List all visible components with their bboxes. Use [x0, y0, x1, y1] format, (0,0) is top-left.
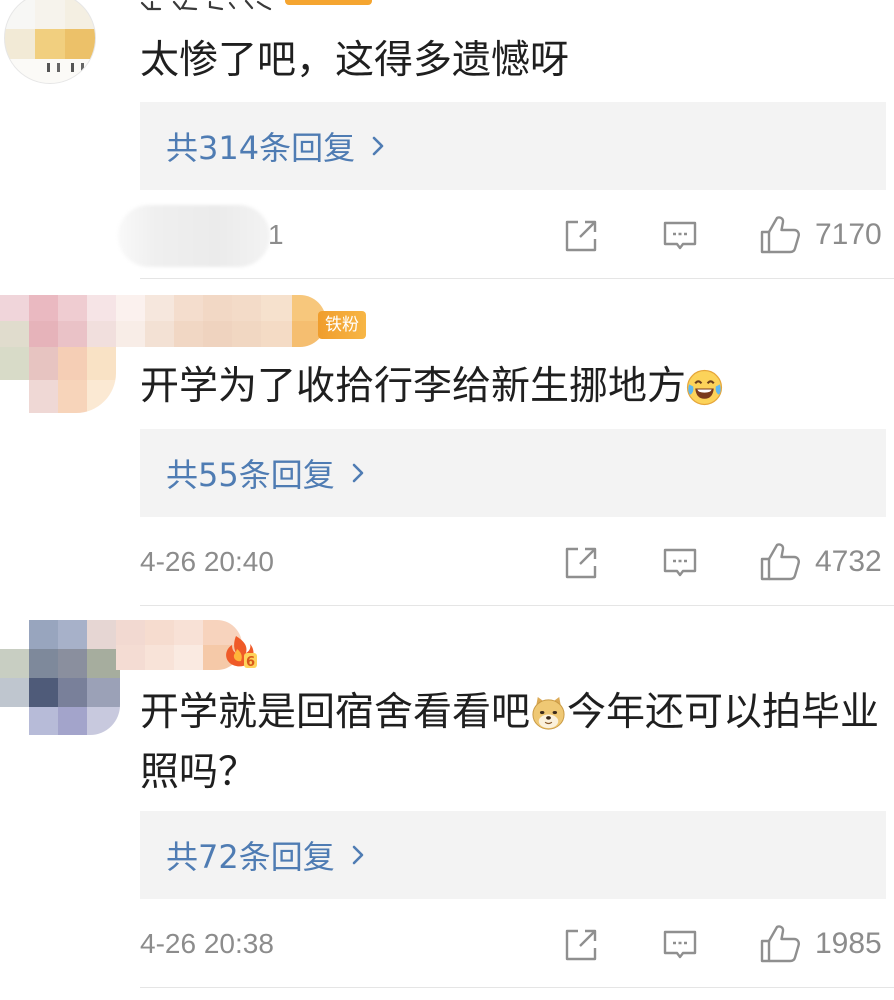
reply-count-label: 共72条回复: [166, 838, 335, 876]
chevron-right-icon: [352, 845, 364, 865]
chevron-right-icon: [372, 136, 384, 156]
comment-footer: 4-26 20:38 1985: [0, 924, 894, 964]
comment-icon[interactable]: [662, 220, 698, 252]
divider: [140, 278, 894, 279]
reply-link[interactable]: 共314条回复: [166, 102, 385, 190]
reply-summary-box[interactable]: 共55条回复: [140, 429, 886, 517]
fan-level-number: 6: [246, 655, 255, 669]
divider: [140, 605, 894, 606]
user-badge-fragment: [285, 0, 372, 5]
like-icon[interactable]: [759, 924, 801, 964]
comment-text-content: 太惨了吧，这得多遗憾呀: [140, 38, 570, 83]
comment-text[interactable]: 开学就是回宿舍看看吧 今年还可以拍毕业照吗？: [140, 683, 888, 803]
like-button[interactable]: 4732: [759, 542, 889, 582]
comment-icon[interactable]: [662, 929, 698, 961]
username-mosaic[interactable]: [0, 295, 326, 347]
fan-level-badge-icon[interactable]: 6: [222, 633, 258, 669]
like-count: 7170: [815, 218, 882, 251]
comment-text[interactable]: 开学为了收拾行李给新生挪地方: [140, 362, 888, 412]
share-icon[interactable]: [563, 927, 599, 963]
divider: [140, 987, 894, 988]
comment-footer: 1 7170: [0, 205, 894, 267]
share-icon[interactable]: [563, 218, 599, 254]
reply-link[interactable]: 共55条回复: [166, 429, 365, 517]
reply-count-label: 共55条回复: [166, 456, 335, 494]
reply-link[interactable]: 共72条回复: [166, 811, 365, 899]
fan-badge[interactable]: 铁粉: [318, 311, 366, 339]
like-button[interactable]: 1985: [759, 924, 889, 964]
doge-emoji-icon: [530, 695, 567, 732]
laugh-cry-emoji-icon: [686, 369, 723, 406]
reply-summary-box[interactable]: 共72条回复: [140, 811, 886, 899]
comment-icon[interactable]: [662, 547, 698, 579]
like-count: 1985: [815, 927, 882, 960]
timestamp: 4-26 20:40: [140, 546, 274, 577]
timestamp: 4-26 20:38: [140, 928, 274, 959]
reply-summary-box[interactable]: 共314条回复: [140, 102, 886, 190]
like-button[interactable]: 7170: [759, 215, 889, 255]
comment-text-content: 开学为了收拾行李给新生挪地方: [140, 364, 687, 409]
like-count: 4732: [815, 545, 882, 578]
share-icon[interactable]: [563, 545, 599, 581]
comment-footer: 4-26 20:40 4732: [0, 542, 894, 582]
like-icon[interactable]: [759, 215, 801, 255]
avatar-mosaic[interactable]: [4, 0, 96, 84]
username-fragment[interactable]: [138, 0, 278, 14]
comment-text[interactable]: 太惨了吧，这得多遗憾呀: [140, 36, 888, 86]
reply-count-label: 共314条回复: [166, 129, 356, 167]
obscured-timestamp: [118, 205, 270, 267]
chevron-right-icon: [352, 463, 364, 483]
avatar-mosaic[interactable]: [0, 347, 116, 413]
like-icon[interactable]: [759, 542, 801, 582]
avatar-mosaic[interactable]: [0, 620, 120, 735]
comment-text-content: 开学就是回宿舍看看吧: [140, 690, 531, 735]
timestamp: 1: [268, 219, 284, 250]
